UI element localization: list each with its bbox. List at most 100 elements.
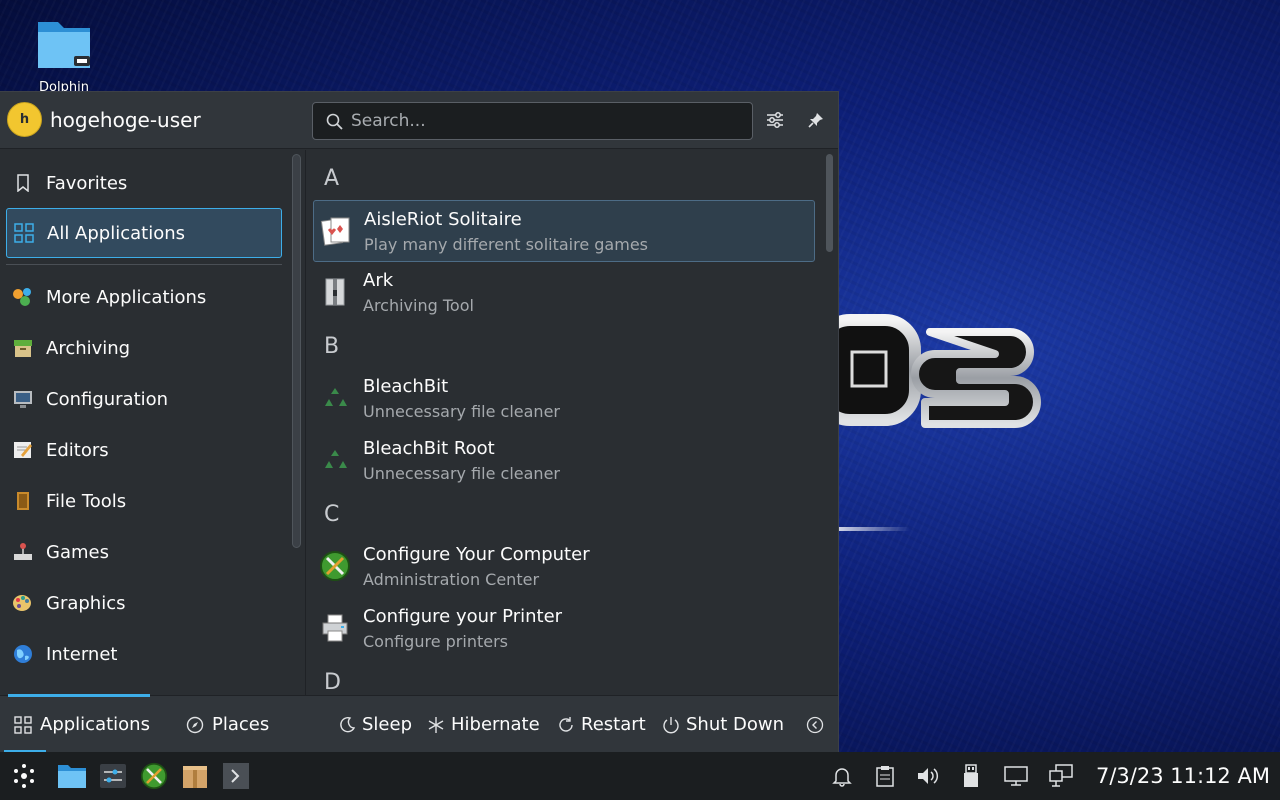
sliders-icon [767, 112, 783, 128]
network-wired-icon [1049, 764, 1073, 787]
removable-devices-button[interactable] [955, 760, 987, 792]
sidebar-separator [6, 264, 282, 265]
speaker-icon [918, 768, 939, 784]
taskbar-control-center[interactable] [138, 760, 170, 792]
file-tools-icon [12, 490, 34, 512]
app-item-aisleriot[interactable]: AisleRiot Solitaire Play many different … [313, 200, 815, 262]
sidebar-item-games[interactable]: Games [6, 527, 282, 577]
username: hogehoge-user [50, 108, 201, 132]
archive-tool-icon [325, 278, 345, 306]
control-center-icon [320, 551, 350, 581]
tab-label: Applications [40, 714, 150, 735]
volume-button[interactable] [912, 760, 944, 792]
shutdown-button[interactable]: Shut Down [662, 696, 784, 753]
section-header: A [324, 166, 340, 191]
app-item-ark[interactable]: Ark Archiving Tool [313, 262, 815, 324]
app-description: Unnecessary file cleaner [363, 464, 560, 483]
notifications-button[interactable] [826, 760, 858, 792]
taskbar-system-settings[interactable] [97, 760, 129, 792]
power-label: Sleep [362, 714, 413, 735]
sleep-icon [340, 716, 356, 732]
editor-icon [12, 439, 34, 461]
clock[interactable]: 7/3/23 11:12 AM [1096, 764, 1270, 788]
app-item-bleachbit[interactable]: BleachBit Unnecessary file cleaner [313, 368, 815, 430]
printer-icon [322, 614, 348, 642]
app-description: Administration Center [363, 570, 540, 589]
sidebar-item-label: File Tools [46, 490, 127, 512]
app-name: BleachBit Root [363, 438, 495, 459]
sidebar-item-file-tools[interactable]: File Tools [6, 476, 282, 526]
search-input[interactable] [351, 107, 741, 135]
settings-icon [100, 764, 126, 788]
more-actions-button[interactable] [806, 696, 824, 753]
graphics-icon [12, 592, 34, 614]
launcher-footer: Applications Places Sleep Hibernate Rest… [0, 694, 838, 753]
sidebar-item-all-applications[interactable]: All Applications [6, 208, 282, 258]
sidebar-item-label: Games [46, 541, 109, 563]
restart-icon [559, 716, 573, 732]
launcher-header: h hogehoge-user [0, 92, 838, 149]
clipboard-icon [876, 766, 894, 787]
sidebar-item-label: Graphics [46, 592, 126, 614]
chevron-left-icon [806, 716, 824, 733]
avatar[interactable]: h [7, 102, 42, 137]
archive-icon [12, 337, 34, 359]
configure-button[interactable] [763, 108, 787, 132]
sidebar-item-label: Archiving [46, 337, 131, 359]
taskbar-package-manager[interactable] [179, 760, 211, 792]
power-icon [663, 716, 679, 733]
sidebar-item-editors[interactable]: Editors [6, 425, 282, 475]
sidebar-item-graphics[interactable]: Graphics [6, 578, 282, 628]
tab-places[interactable]: Places [186, 696, 269, 753]
terminal-icon [223, 763, 249, 789]
sidebar-item-label: Internet [46, 643, 118, 665]
usb-drive-icon [964, 764, 978, 787]
hibernate-button[interactable]: Hibernate [427, 696, 540, 753]
app-description: Archiving Tool [363, 296, 474, 315]
section-header: B [324, 334, 340, 359]
app-list-scrollbar[interactable] [826, 154, 833, 252]
sleep-button[interactable]: Sleep [338, 696, 412, 753]
sidebar-item-archiving[interactable]: Archiving [6, 323, 282, 373]
folder-icon[interactable] [34, 18, 94, 74]
sidebar-item-label: More Applications [46, 286, 207, 308]
display-button[interactable] [1000, 760, 1032, 792]
wallpaper-streak [830, 527, 910, 531]
tab-active-indicator [8, 694, 150, 697]
tab-applications[interactable]: Applications [0, 694, 150, 753]
network-button[interactable] [1045, 760, 1077, 792]
launcher-button[interactable] [8, 760, 40, 792]
games-icon [12, 541, 34, 563]
application-list: A AisleRiot Solitaire Play many differen… [306, 150, 826, 695]
taskbar-file-manager[interactable] [56, 760, 88, 792]
app-name: Configure your Printer [363, 606, 563, 627]
pin-button[interactable] [804, 108, 828, 132]
bleachbit-icon [325, 388, 347, 406]
snowflake-icon [428, 716, 444, 733]
sidebar-item-favorites[interactable]: Favorites [6, 158, 282, 208]
taskbar: 7/3/23 11:12 AM [0, 752, 1280, 800]
section-header: C [324, 502, 340, 527]
app-item-configure-printer[interactable]: Configure your Printer Configure printer… [313, 598, 815, 660]
search-box[interactable] [312, 102, 753, 140]
compass-icon [186, 716, 204, 733]
sidebar-item-label: Configuration [46, 388, 169, 410]
taskbar-terminal[interactable] [220, 760, 252, 792]
sidebar-item-internet[interactable]: Internet [6, 629, 282, 679]
app-description: Unnecessary file cleaner [363, 402, 560, 421]
sidebar-scrollbar[interactable] [292, 154, 301, 548]
bookmark-icon [12, 172, 34, 194]
bleachbit-icon [325, 450, 347, 468]
app-item-bleachbit-root[interactable]: BleachBit Root Unnecessary file cleaner [313, 430, 815, 492]
clipboard-button[interactable] [869, 760, 901, 792]
more-apps-icon [12, 286, 34, 308]
sidebar-item-configuration[interactable]: Configuration [6, 374, 282, 424]
app-item-configure-computer[interactable]: Configure Your Computer Administration C… [313, 536, 815, 598]
sidebar-item-more-applications[interactable]: More Applications [6, 272, 282, 322]
app-name: Ark [363, 270, 394, 291]
app-name: Configure Your Computer [363, 544, 590, 565]
restart-button[interactable]: Restart [557, 696, 646, 753]
bell-icon [832, 768, 852, 787]
sidebar-item-label: All Applications [47, 222, 185, 244]
sidebar-item-label: Editors [46, 439, 109, 461]
